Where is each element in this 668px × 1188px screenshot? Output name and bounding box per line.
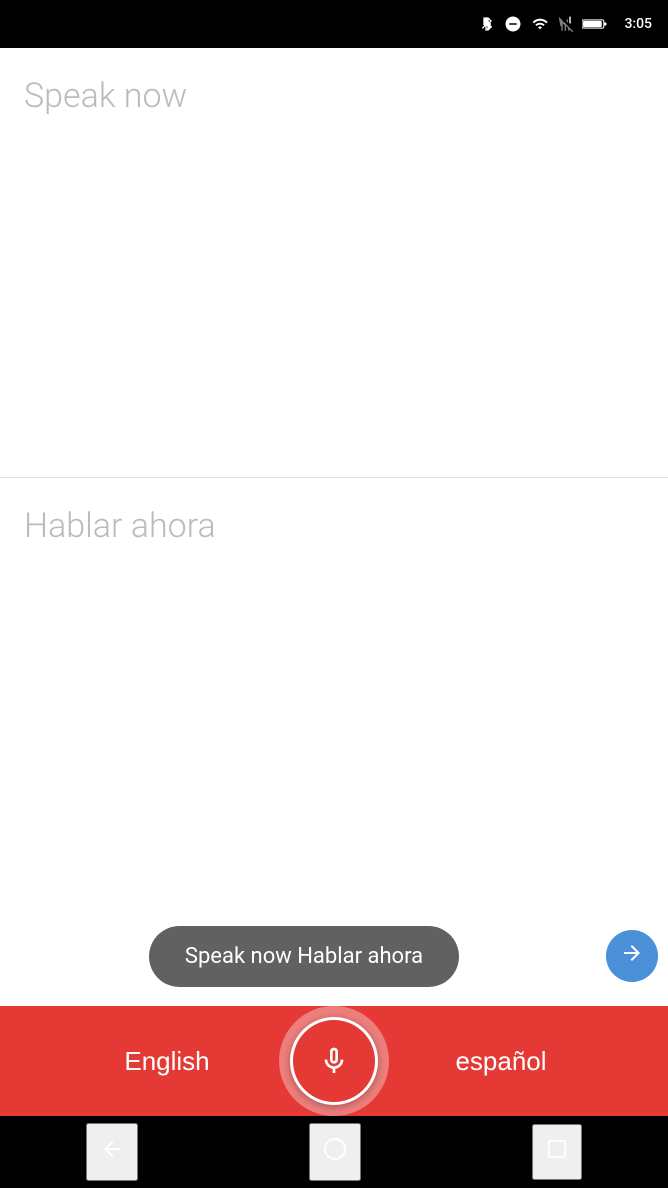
speak-pane: Speak now — [0, 48, 668, 477]
mic-container — [279, 1006, 389, 1116]
back-button[interactable] — [86, 1123, 138, 1181]
arrow-right-icon — [620, 941, 644, 971]
status-bar: 3:05 — [0, 0, 668, 48]
speech-bubble: Speak now Hablar ahora — [149, 926, 459, 987]
wifi-icon — [530, 16, 550, 32]
speech-bubble-text: Speak now Hablar ahora — [185, 944, 423, 969]
home-button[interactable] — [309, 1123, 361, 1181]
mic-button[interactable] — [290, 1017, 378, 1105]
next-arrow-button[interactable] — [606, 930, 658, 982]
status-time: 3:05 — [624, 16, 652, 32]
speech-bubble-area: Speak now Hablar ahora — [0, 906, 668, 1006]
main-content: Speak now Hablar ahora Speak now Hablar … — [0, 48, 668, 1006]
battery-icon — [582, 16, 608, 32]
signal-icon — [558, 15, 574, 33]
bottom-bar: English español — [0, 1006, 668, 1116]
speak-now-text: Speak now — [24, 76, 187, 116]
mic-outer-ring — [279, 1006, 389, 1116]
recent-apps-button[interactable] — [532, 1124, 582, 1180]
hablar-ahora-text: Hablar ahora — [24, 506, 216, 546]
hablar-pane: Hablar ahora — [0, 478, 668, 907]
do-not-disturb-icon — [504, 15, 522, 33]
nav-bar — [0, 1116, 668, 1188]
mic-icon — [318, 1045, 350, 1077]
bluetooth-icon — [480, 14, 496, 34]
status-icons: 3:05 — [480, 14, 652, 34]
